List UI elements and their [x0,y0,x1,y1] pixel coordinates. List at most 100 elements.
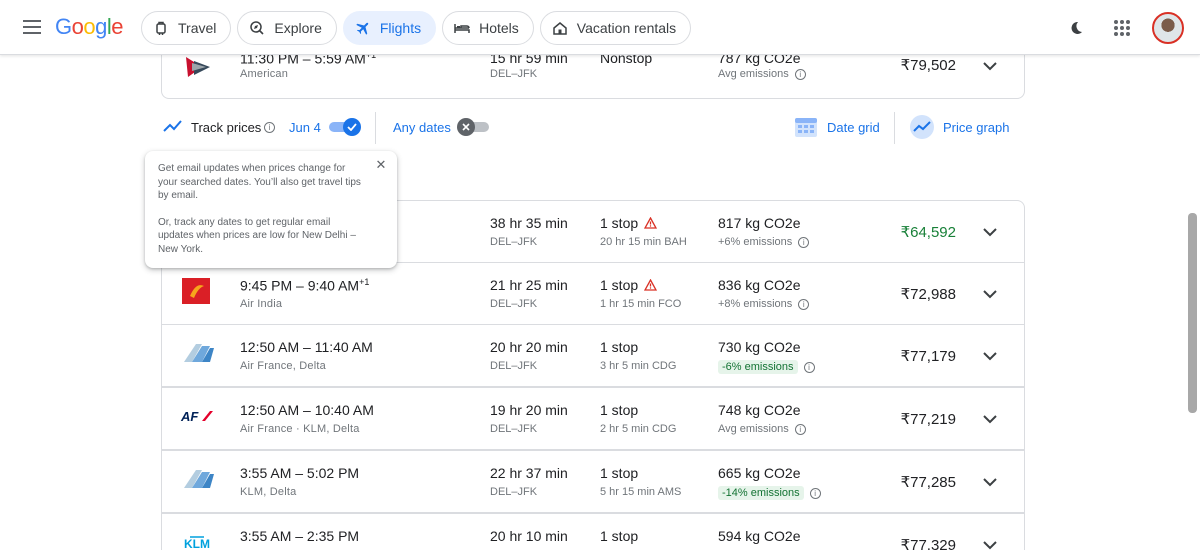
layover-detail: 20 hr 15 min BAH [600,236,687,248]
scrollbar[interactable] [1188,55,1197,550]
chevron-down-icon[interactable] [978,533,1002,550]
divider [894,112,895,144]
flight-stops: 1 stop [600,277,658,293]
flight-price: ₹77,329 [900,537,956,550]
flight-duration: 38 hr 35 min [490,215,568,231]
info-icon[interactable]: i [798,236,810,248]
multi-airline-logo [180,340,216,368]
flight-route: DEL–JFK [490,68,538,80]
info-icon[interactable]: i [794,423,806,435]
co2-amount: 594 kg CO2e [718,528,801,544]
flight-stops: 1 stop [600,215,658,231]
flight-duration: 20 hr 20 min [490,339,568,355]
co2-amount: 748 kg CO2e [718,402,801,418]
nav-vacation-rentals[interactable]: Vacation rentals [539,11,692,45]
warning-icon [644,217,658,229]
any-dates-toggle[interactable] [457,118,489,136]
tooltip-text: Or, track any dates to get regular email… [158,216,356,255]
info-icon[interactable]: i [798,298,810,310]
flight-times: 12:50 AM – 11:40 AM [240,339,373,355]
apps-grid-icon[interactable] [1106,12,1138,44]
flight-times: 3:55 AM – 2:35 PM [240,528,360,544]
airline-name: Air France, Delta [240,360,326,372]
nav-hotels[interactable]: Hotels [442,11,534,45]
info-icon[interactable]: i [809,487,821,499]
flight-duration: 20 hr 10 min [490,528,568,544]
warning-icon [644,279,658,291]
nav-flights-label: Flights [379,20,422,36]
scrollbar-thumb[interactable] [1188,213,1197,413]
chevron-down-icon[interactable] [978,54,1002,78]
nav-explore[interactable]: Explore [237,11,337,45]
menu-icon[interactable] [20,16,44,40]
flight-duration: 22 hr 37 min [490,465,568,481]
chevron-down-icon[interactable] [978,407,1002,431]
nav-travel[interactable]: Travel [141,11,232,45]
co2-amount: 665 kg CO2e [718,465,801,481]
emissions-label: Avg emissions i [718,423,806,435]
airline-name: American [240,68,289,80]
track-prices-bar: Track prices i Jun 4 Any dates Date grid… [161,112,1025,144]
flight-route: DEL–JFK [490,486,538,498]
flight-row[interactable]: 11:30 PM – 5:59 AM+1 American 15 hr 59 m… [161,50,1025,99]
chevron-down-icon[interactable] [978,220,1002,244]
info-icon[interactable]: i [264,122,275,133]
nav-explore-label: Explore [274,20,322,36]
flight-price: ₹79,502 [900,57,956,74]
tooltip-text: Get email updates when prices change for… [158,163,361,201]
track-prices-tooltip: Get email updates when prices change for… [145,151,397,268]
svg-text:AF: AF [180,409,199,424]
divider [375,112,376,144]
flight-row[interactable]: AF 12:50 AM – 10:40 AM Air France · KLM,… [161,387,1025,450]
flight-stops: 1 stop [600,465,639,481]
trending-icon [163,120,182,132]
dark-mode-icon[interactable] [1060,12,1092,44]
flight-row[interactable]: 9:45 PM – 9:40 AM+1 Air India 21 hr 25 m… [161,262,1025,325]
flight-row[interactable]: 3:55 AM – 5:02 PM KLM, Delta 22 hr 37 mi… [161,450,1025,513]
co2-amount: 730 kg CO2e [718,339,801,355]
co2-amount: 817 kg CO2e [718,215,801,231]
flight-row[interactable]: KLM 3:55 AM – 2:35 PM 20 hr 10 min 1 sto… [161,513,1025,550]
nav-flights[interactable]: Flights [342,11,437,45]
explore-icon [248,19,266,37]
flight-duration: 19 hr 20 min [490,402,568,418]
price-graph-label: Price graph [943,119,1010,135]
plane-icon [354,19,372,37]
low-emissions-badge: -14% emissions [718,486,804,500]
layover-detail: 3 hr 5 min CDG [600,360,677,372]
flight-route: DEL–JFK [490,298,538,310]
flight-price: ₹64,592 [900,224,956,241]
info-icon[interactable]: i [794,68,806,80]
chevron-down-icon[interactable] [978,282,1002,306]
nav-hotels-label: Hotels [479,20,519,36]
house-icon [551,19,569,37]
layover-detail: 1 hr 15 min FCO [600,298,682,310]
price-graph-button[interactable]: Price graph [909,114,1009,140]
layover-detail: 2 hr 5 min CDG [600,423,677,435]
flight-route: DEL–JFK [490,236,538,248]
nav-vacation-rentals-label: Vacation rentals [576,20,677,36]
multi-airline-logo [180,466,216,494]
chevron-down-icon[interactable] [978,344,1002,368]
travel-nav: Travel Explore Flights Hotels Vacation r… [141,11,692,45]
flight-price: ₹77,219 [900,411,956,428]
info-icon[interactable]: i [803,361,815,373]
chevron-down-icon[interactable] [978,470,1002,494]
close-icon [457,118,475,136]
flight-row[interactable]: 12:50 AM – 11:40 AM Air France, Delta 20… [161,324,1025,387]
american-airlines-logo [180,53,216,81]
track-date: Jun 4 [289,120,321,135]
date-grid-button[interactable]: Date grid [793,114,880,140]
close-icon[interactable]: ✕ [373,157,389,173]
flight-times: 9:45 PM – 9:40 AM+1 [240,277,370,294]
date-grid-label: Date grid [827,119,880,135]
header-actions [1060,12,1184,44]
emissions-label: -6% emissions i [718,360,815,374]
flight-times: 3:55 AM – 5:02 PM [240,465,360,481]
flight-duration: 21 hr 25 min [490,277,568,293]
air-france-logo: AF [180,408,216,436]
track-date-toggle[interactable] [329,118,361,136]
google-logo[interactable]: Google [55,14,124,40]
account-avatar[interactable] [1152,12,1184,44]
check-icon [343,118,361,136]
